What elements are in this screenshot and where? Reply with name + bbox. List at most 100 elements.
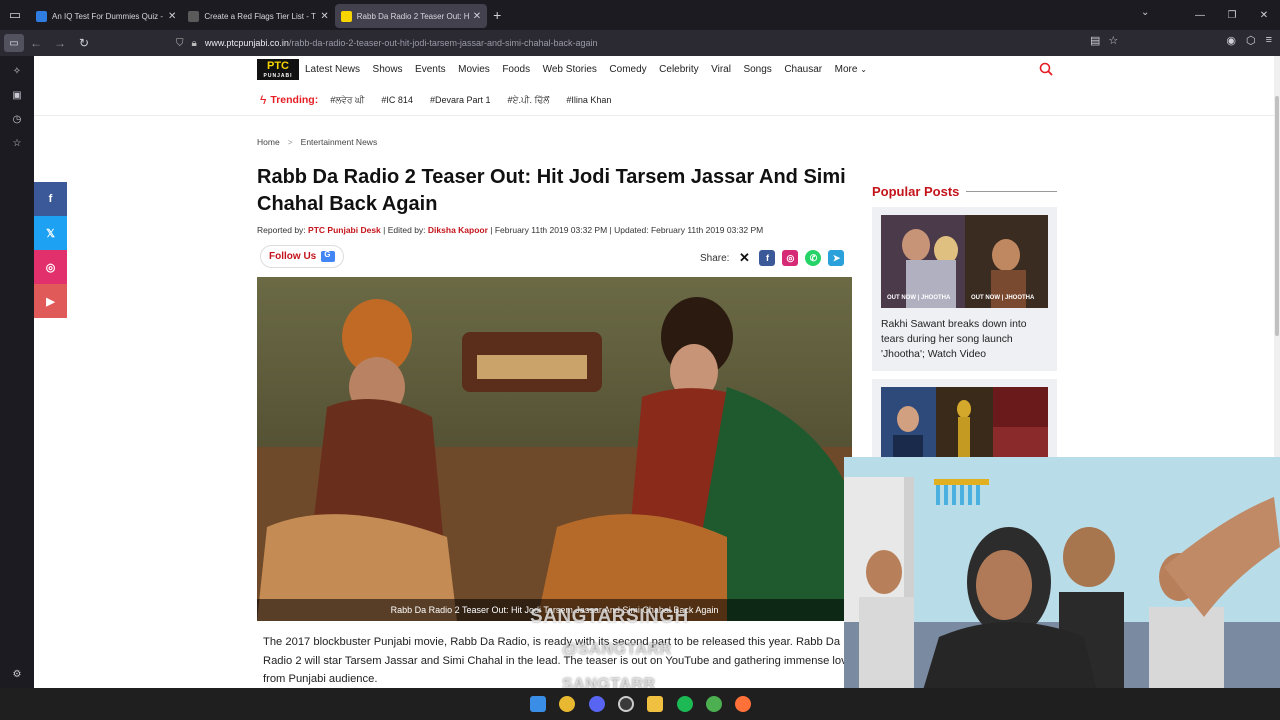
close-icon[interactable]: ✕	[473, 11, 481, 22]
reload-icon[interactable]: ↻	[72, 36, 96, 50]
trending-label: Trending:	[270, 94, 319, 106]
list-all-tabs-icon[interactable]: ⌄	[1141, 7, 1149, 18]
nav-shows[interactable]: Shows	[373, 64, 403, 75]
article-body: The 2017 blockbuster Punjabi movie, Rabb…	[263, 636, 853, 685]
discord-icon[interactable]	[589, 696, 605, 712]
site-logo[interactable]: PTC PUNJABI	[257, 59, 299, 80]
main-nav: Latest News Shows Events Movies Foods We…	[305, 64, 879, 75]
extensions-icon[interactable]: ⬡	[1246, 34, 1256, 47]
firefox-icon[interactable]	[735, 696, 751, 712]
heading-rule	[966, 191, 1057, 192]
nav-events[interactable]: Events	[415, 64, 446, 75]
nav-more-label: More	[834, 64, 858, 75]
close-icon[interactable]: ✕	[320, 11, 328, 22]
lock-icon[interactable]: 🔒︎	[192, 38, 197, 49]
forward-icon[interactable]: →	[48, 36, 72, 50]
scrollbar-thumb[interactable]	[1275, 96, 1279, 336]
url-path: /rabb-da-radio-2-teaser-out-hit-jodi-tar…	[288, 38, 598, 48]
bookmarks-icon[interactable]: ☆	[0, 131, 34, 155]
back-icon[interactable]: ←	[24, 36, 48, 50]
share-instagram-icon[interactable]: ◎	[782, 250, 799, 266]
menu-icon[interactable]: ≡	[1266, 34, 1272, 47]
tab-1[interactable]: An IQ Test For Dummies Quiz - ✕	[30, 4, 182, 28]
tab-3-active[interactable]: Rabb Da Radio 2 Teaser Out: Hi ✕	[334, 4, 488, 28]
nav-movies[interactable]: Movies	[458, 64, 490, 75]
breadcrumb: Home > Entertainment News	[257, 137, 377, 147]
spotify-icon[interactable]	[677, 696, 693, 712]
file-explorer-icon[interactable]	[647, 696, 663, 712]
synced-tabs-icon[interactable]: ▣	[0, 83, 34, 107]
url-bar[interactable]: ⛉ 🔒︎ www.ptcpunjabi.co.in /rabb-da-radio…	[176, 33, 1126, 53]
nav-chausar[interactable]: Chausar	[784, 64, 822, 75]
share-bar: Share: ✕ f ◎ ✆ ➤	[700, 250, 845, 266]
nav-viral[interactable]: Viral	[711, 64, 731, 75]
navigation-toolbar: ▭ ← → ↻ ⛉ 🔒︎ www.ptcpunjabi.co.in /rabb-…	[0, 30, 1280, 56]
share-x-icon[interactable]: ✕	[736, 250, 752, 266]
trending-tag[interactable]: #ਏ.ਪੀ. ਢਿੱਲੋਂ	[507, 95, 549, 106]
shield-icon[interactable]: ⛉	[176, 38, 184, 49]
window-close-icon[interactable]: ✕	[1248, 10, 1280, 21]
instagram-icon[interactable]: ◎	[34, 250, 67, 284]
trending-tag[interactable]: #IC 814	[381, 95, 413, 105]
account-icon[interactable]: ◉	[1226, 34, 1236, 47]
history-icon[interactable]: ◷	[0, 107, 34, 131]
popular-heading: Popular Posts	[872, 184, 1057, 199]
site-header: PTC PUNJABI Latest News Shows Events Movi…	[34, 56, 1274, 116]
browser-sidebar: ✧ ▣ ◷ ☆ ⚙	[0, 56, 34, 688]
editor-link[interactable]: Diksha Kapoor	[428, 225, 488, 235]
trending-tag[interactable]: #ਲਵੇਰ ਘੀ	[330, 95, 364, 106]
nav-comedy[interactable]: Comedy	[609, 64, 646, 75]
follow-us-button[interactable]: Follow Us	[260, 245, 345, 268]
obs-icon[interactable]	[618, 696, 634, 712]
trending-tag[interactable]: #Devara Part 1	[430, 95, 491, 105]
google-news-icon	[321, 250, 336, 262]
tab-strip: ▭ An IQ Test For Dummies Quiz - ✕ Create…	[0, 0, 1280, 30]
facebook-icon[interactable]: f	[34, 182, 67, 216]
article-title: Rabb Da Radio 2 Teaser Out: Hit Jodi Tar…	[257, 166, 846, 215]
window-controls: — ❐ ✕	[1184, 0, 1280, 30]
bookmark-star-icon[interactable]: ☆	[1108, 34, 1118, 47]
reader-view-icon[interactable]: ▤	[1090, 34, 1100, 47]
nav-more[interactable]: More ⌄	[835, 64, 867, 75]
social-share-rail: f 𝕏 ◎ ▶	[34, 182, 67, 318]
popular-post-card[interactable]: OUT NOW | JHOOTHA OUT NOW | JHOOTHA Rakh…	[872, 207, 1057, 371]
post-caption[interactable]: Rakhi Sawant breaks down into tears duri…	[881, 317, 1048, 362]
tab-favicon	[188, 10, 200, 22]
reporter-link[interactable]: PTC Punjabi Desk	[308, 225, 381, 235]
nav-foods[interactable]: Foods	[502, 64, 530, 75]
x-twitter-icon[interactable]: 𝕏	[34, 216, 67, 250]
restore-icon[interactable]: ❐	[1216, 10, 1248, 21]
lightning-icon: ϟ	[260, 93, 267, 107]
windows-start-icon[interactable]	[530, 696, 546, 712]
nav-latest-news[interactable]: Latest News	[305, 64, 360, 75]
nav-web-stories[interactable]: Web Stories	[543, 64, 597, 75]
share-telegram-icon[interactable]: ➤	[828, 250, 845, 266]
tab-2[interactable]: Create a Red Flags Tier List - Ti ✕	[182, 4, 334, 28]
trending-tag[interactable]: #Ilina Khan	[566, 95, 611, 105]
thumb-label: OUT NOW | JHOOTHA	[887, 295, 951, 301]
nav-songs[interactable]: Songs	[743, 64, 771, 75]
follow-label: Follow Us	[269, 251, 317, 262]
ai-chat-icon[interactable]: ✧	[0, 59, 34, 83]
breadcrumb-home[interactable]: Home	[257, 137, 280, 147]
minimize-icon[interactable]: —	[1184, 10, 1216, 21]
article-byline: Reported by: PTC Punjabi Desk | Edited b…	[257, 225, 763, 235]
new-tab-button[interactable]: +	[493, 7, 501, 23]
breadcrumb-category[interactable]: Entertainment News	[301, 137, 378, 147]
share-facebook-icon[interactable]: f	[759, 250, 776, 266]
sidebar-toggle-icon[interactable]: ▭	[4, 34, 24, 52]
popular-heading-text: Popular Posts	[872, 184, 960, 199]
sidebar-settings-icon[interactable]: ⚙	[0, 662, 34, 686]
article-hero-image: Rabb Da Radio 2 Teaser Out: Hit Jodi Tar…	[257, 277, 852, 621]
os-taskbar	[0, 688, 1280, 720]
post-thumbnail[interactable]: OUT NOW | JHOOTHA OUT NOW | JHOOTHA	[881, 215, 1048, 308]
nav-celebrity[interactable]: Celebrity	[659, 64, 698, 75]
chrome-icon[interactable]	[559, 696, 575, 712]
tab-title: Create a Red Flags Tier List - Ti	[204, 11, 317, 21]
share-whatsapp-icon[interactable]: ✆	[805, 250, 822, 266]
search-icon[interactable]	[1039, 62, 1053, 76]
tab-manager-icon[interactable]: ▭	[0, 0, 30, 30]
chrome-alt-icon[interactable]	[706, 696, 722, 712]
close-icon[interactable]: ✕	[168, 11, 176, 22]
youtube-icon[interactable]: ▶	[34, 284, 67, 318]
